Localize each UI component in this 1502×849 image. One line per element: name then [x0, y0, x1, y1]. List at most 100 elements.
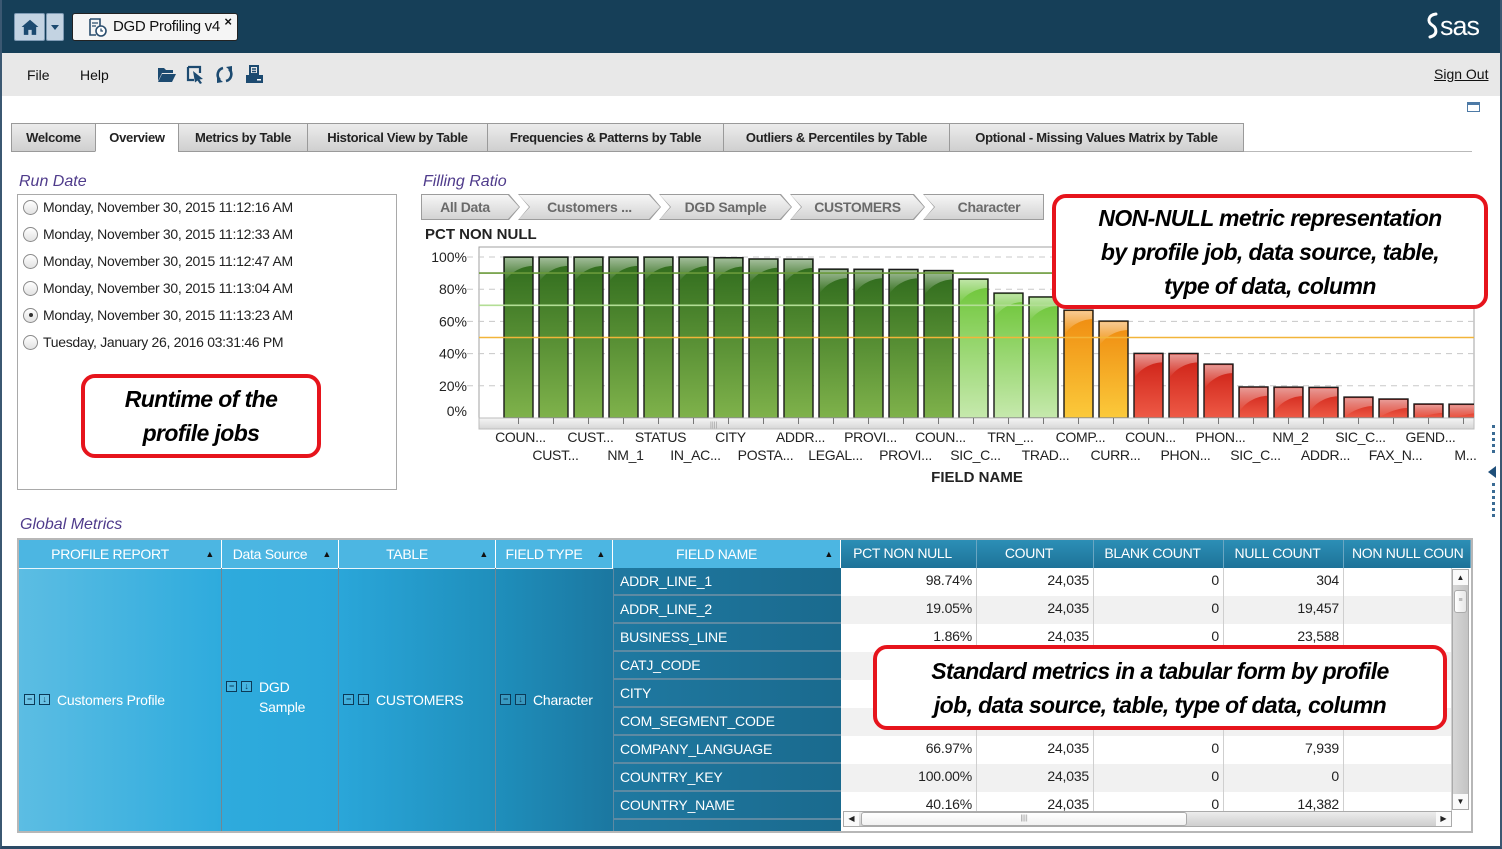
scroll-left-arrow-icon[interactable]: ◀	[844, 812, 859, 826]
header-blank-count[interactable]: BLANK COUNT	[1094, 540, 1224, 568]
bar[interactable]	[1238, 386, 1269, 418]
bar-rect[interactable]	[783, 258, 814, 418]
table-row[interactable]: 98.74% 24,035 0 304	[841, 568, 1452, 596]
collapse-icon[interactable]: −	[343, 694, 354, 705]
home-button[interactable]	[14, 13, 45, 41]
edit-select-icon[interactable]	[186, 65, 205, 84]
run-date-option[interactable]: Tuesday, January 26, 2016 03:31:46 PM	[23, 333, 284, 351]
drill-down-icon[interactable]: ↓	[358, 694, 369, 705]
radio-button-checked[interactable]	[23, 307, 38, 323]
x-axis-scroll-band[interactable]	[478, 417, 1475, 430]
run-date-option[interactable]: Monday, November 30, 2015 11:13:04 AM	[23, 279, 293, 297]
header-field-name[interactable]: FIELD NAME ▲	[613, 540, 841, 568]
radio-button[interactable]	[23, 334, 38, 350]
bar[interactable]	[818, 268, 849, 418]
tab-overview[interactable]: Overview	[95, 123, 178, 152]
collapse-icon[interactable]: −	[500, 694, 511, 705]
bar[interactable]	[1168, 352, 1199, 418]
bar[interactable]	[783, 258, 814, 418]
field-name-cell[interactable]: CITY	[613, 680, 841, 708]
header-null-count[interactable]: NULL COUNT	[1224, 540, 1344, 568]
group-data-source[interactable]: − ↓ DGD Sample	[226, 568, 336, 831]
sort-ascending-icon[interactable]: ▲	[596, 540, 605, 568]
bar[interactable]	[1378, 398, 1409, 418]
field-name-cell-partial[interactable]	[613, 820, 841, 831]
home-dropdown-button[interactable]	[46, 13, 64, 41]
bar[interactable]	[1413, 403, 1444, 418]
splitter-grip[interactable]	[1492, 483, 1495, 517]
maximize-icon[interactable]	[1467, 102, 1480, 112]
header-count[interactable]: COUNT	[977, 540, 1094, 568]
bar-rect[interactable]	[853, 268, 884, 418]
run-date-option[interactable]: Monday, November 30, 2015 11:12:33 AM	[23, 225, 293, 243]
open-folder-icon[interactable]	[157, 65, 176, 84]
drill-down-icon[interactable]: ↓	[241, 680, 252, 692]
bar[interactable]	[1343, 396, 1374, 418]
bar-rect[interactable]	[748, 258, 779, 418]
header-pct-non-null[interactable]: PCT NON NULL	[841, 540, 977, 568]
field-name-cell[interactable]: COM_SEGMENT_CODE	[613, 708, 841, 736]
tab-outliers-percentiles[interactable]: Outliers & Percentiles by Table	[723, 123, 949, 152]
scroll-down-arrow-icon[interactable]: ▼	[1453, 794, 1468, 809]
header-data-source[interactable]: Data Source ▲	[222, 540, 339, 568]
header-field-type[interactable]: FIELD TYPE ▲	[496, 540, 613, 568]
field-name-cell[interactable]: COMPANY_LANGUAGE	[613, 736, 841, 764]
table-row[interactable]: 19.05% 24,035 0 19,457	[841, 596, 1452, 624]
document-tab[interactable]: DGD Profiling v4 ×	[72, 13, 238, 41]
bar[interactable]	[1098, 320, 1129, 418]
bar[interactable]	[748, 258, 779, 418]
field-name-cell[interactable]: COUNTRY_NAME	[613, 792, 841, 820]
group-profile-report[interactable]: − ↓ Customers Profile	[24, 568, 219, 831]
export-pdf-icon[interactable]	[245, 65, 264, 84]
bar[interactable]	[958, 278, 989, 418]
group-field-type[interactable]: − ↓ Character	[500, 568, 612, 831]
bar-rect[interactable]	[818, 268, 849, 418]
close-icon[interactable]: ×	[224, 15, 232, 29]
refresh-icon[interactable]	[215, 65, 234, 84]
drill-down-icon[interactable]: ↓	[39, 694, 50, 705]
scroll-grip[interactable]: ||||	[710, 422, 717, 429]
run-date-option[interactable]: Monday, November 30, 2015 11:12:47 AM	[23, 252, 293, 270]
tab-metrics-by-table[interactable]: Metrics by Table	[178, 123, 307, 152]
group-table[interactable]: − ↓ CUSTOMERS	[343, 568, 493, 831]
header-table[interactable]: TABLE ▲	[339, 540, 496, 568]
scroll-thumb[interactable]: ||||	[861, 812, 1187, 826]
drill-down-icon[interactable]: ↓	[515, 694, 526, 705]
header-non-null-count[interactable]: NON NULL COUN	[1344, 540, 1471, 568]
bar[interactable]	[1448, 403, 1478, 418]
radio-button[interactable]	[23, 226, 38, 242]
field-name-cell[interactable]: COUNTRY_KEY	[613, 764, 841, 792]
collapse-icon[interactable]: −	[226, 680, 237, 692]
scroll-up-arrow-icon[interactable]: ▲	[1453, 570, 1468, 585]
field-name-cell[interactable]: ADDR_LINE_1	[613, 568, 841, 596]
sort-ascending-icon[interactable]: ▲	[479, 540, 488, 568]
tab-historical-view[interactable]: Historical View by Table	[307, 123, 487, 152]
bar[interactable]	[1133, 352, 1164, 418]
radio-button[interactable]	[23, 253, 38, 269]
menu-file[interactable]: File	[27, 66, 50, 84]
radio-button[interactable]	[23, 280, 38, 296]
breadcrumb-profile[interactable]: Customers ...	[518, 194, 661, 220]
field-name-cell[interactable]: CATJ_CODE	[613, 652, 841, 680]
bar-rect[interactable]	[923, 269, 954, 418]
splitter-grip[interactable]	[1492, 425, 1495, 453]
bar-rect[interactable]	[958, 278, 989, 418]
breadcrumb-table[interactable]: CUSTOMERS	[790, 194, 925, 220]
field-name-cell[interactable]: ADDR_LINE_2	[613, 596, 841, 624]
bar[interactable]	[1273, 386, 1304, 418]
table-row[interactable]: 100.00% 24,035 0 0	[841, 764, 1452, 792]
sort-ascending-icon[interactable]: ▲	[322, 540, 331, 568]
table-row[interactable]: 66.97% 24,035 0 7,939	[841, 736, 1452, 764]
bar[interactable]	[888, 268, 919, 418]
breadcrumb-all-data[interactable]: All Data	[421, 194, 520, 220]
collapse-arrow-icon[interactable]	[1488, 466, 1496, 478]
tab-missing-values-matrix[interactable]: Optional - Missing Values Matrix by Tabl…	[949, 123, 1244, 152]
scroll-right-arrow-icon[interactable]: ▶	[1436, 812, 1451, 826]
header-profile-report[interactable]: PROFILE REPORT ▲	[19, 540, 222, 568]
field-name-cell[interactable]: BUSINESS_LINE	[613, 624, 841, 652]
run-date-option[interactable]: Monday, November 30, 2015 11:12:16 AM	[23, 198, 293, 216]
menu-help[interactable]: Help	[80, 66, 109, 84]
bar[interactable]	[1203, 363, 1234, 418]
bar[interactable]	[993, 292, 1024, 418]
bar-rect[interactable]	[888, 268, 919, 418]
